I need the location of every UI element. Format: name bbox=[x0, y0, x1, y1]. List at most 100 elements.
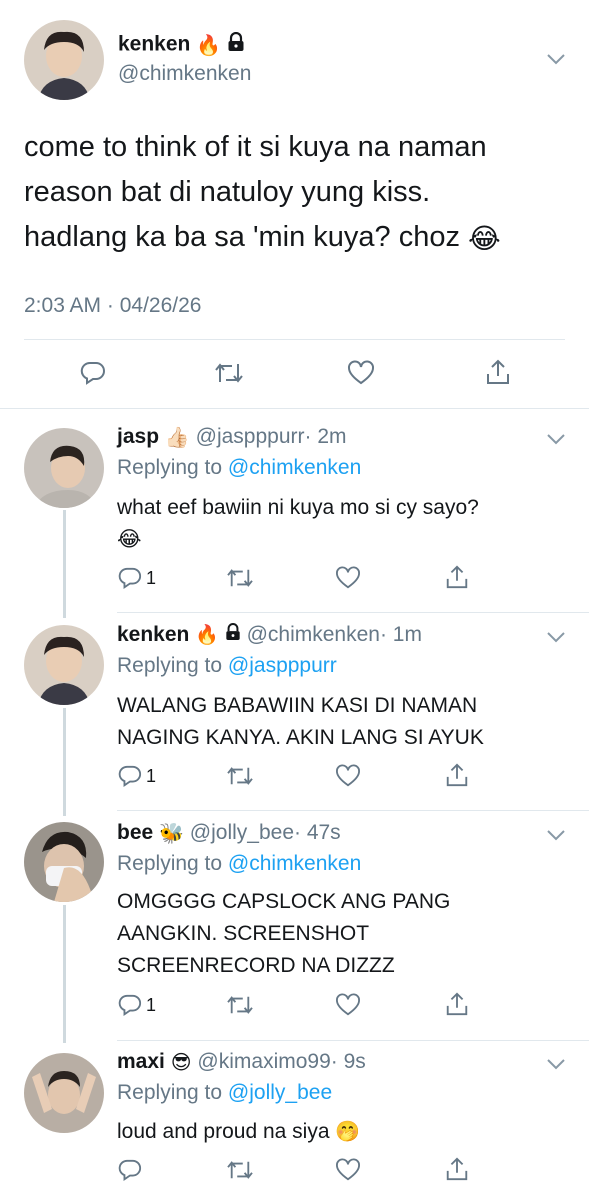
author-name[interactable]: bee bbox=[117, 821, 153, 844]
heart-icon bbox=[336, 993, 360, 1016]
retweet-button[interactable] bbox=[214, 360, 244, 386]
reply-count: 1 bbox=[146, 765, 157, 786]
retweet-icon bbox=[227, 1161, 253, 1179]
author-name[interactable]: maxi bbox=[117, 1050, 165, 1073]
avatar[interactable] bbox=[24, 20, 104, 100]
chevron-down-icon[interactable] bbox=[546, 52, 566, 70]
reply-icon bbox=[118, 1159, 142, 1181]
replying-to: Replying to @jaspppurr bbox=[117, 654, 337, 677]
reply-time[interactable]: · 2m bbox=[305, 425, 347, 448]
mention-link[interactable]: @jolly_bee bbox=[228, 1081, 332, 1104]
share-button[interactable] bbox=[444, 762, 470, 788]
thread-line bbox=[63, 905, 66, 1043]
author-name[interactable]: kenken 🔥 bbox=[118, 31, 245, 58]
heart-icon bbox=[336, 566, 360, 589]
heart-icon bbox=[336, 1158, 360, 1181]
like-button[interactable] bbox=[335, 566, 361, 590]
share-icon bbox=[487, 359, 509, 384]
chevron-down-icon[interactable] bbox=[546, 1057, 566, 1075]
avatar[interactable] bbox=[24, 822, 104, 902]
mention-link[interactable]: @chimkenken bbox=[228, 852, 361, 875]
laughing-tears-emoji: 😂 bbox=[117, 528, 142, 552]
reply-button[interactable]: 1 bbox=[118, 764, 156, 788]
heart-icon bbox=[348, 360, 374, 385]
bee-emoji: 🐝 bbox=[159, 823, 184, 845]
share-button[interactable] bbox=[484, 358, 512, 386]
share-icon bbox=[446, 763, 468, 787]
lock-icon bbox=[227, 31, 245, 58]
tweet-text-line: reason bat di natuloy yung kiss. bbox=[24, 176, 431, 208]
thread-line bbox=[63, 708, 66, 816]
reply-button[interactable]: 1 bbox=[118, 566, 156, 590]
like-button[interactable] bbox=[335, 1158, 361, 1182]
author-handle[interactable]: @jolly_bee bbox=[190, 821, 294, 844]
divider bbox=[117, 612, 589, 613]
divider bbox=[117, 1040, 589, 1041]
retweet-icon bbox=[215, 363, 243, 383]
reply-count: 1 bbox=[146, 994, 157, 1015]
share-icon bbox=[446, 992, 468, 1016]
hand-over-mouth-emoji: 🤭 bbox=[335, 1121, 361, 1144]
retweet-icon bbox=[227, 996, 253, 1014]
divider bbox=[0, 408, 589, 409]
reply-icon bbox=[118, 765, 142, 787]
reply-icon bbox=[118, 567, 142, 589]
reply-time[interactable]: · 47s bbox=[294, 821, 341, 844]
reply-text: what eef bawiin ni kuya mo si cy sayo? 😂 bbox=[117, 492, 479, 556]
reply-button[interactable] bbox=[118, 1158, 146, 1182]
mention-link[interactable]: @chimkenken bbox=[228, 456, 361, 479]
avatar[interactable] bbox=[24, 428, 104, 508]
laughing-tears-emoji: 😂 bbox=[468, 222, 501, 254]
reply-header: kenken 🔥 @chimkenken· 1m bbox=[117, 623, 422, 647]
reply-button[interactable]: 1 bbox=[118, 993, 156, 1017]
retweet-button[interactable] bbox=[226, 566, 254, 590]
mention-link[interactable]: @jaspppurr bbox=[228, 654, 337, 677]
share-button[interactable] bbox=[444, 1156, 470, 1182]
avatar[interactable] bbox=[24, 1053, 104, 1133]
chevron-down-icon[interactable] bbox=[546, 432, 566, 450]
like-button[interactable] bbox=[335, 764, 361, 788]
retweet-button[interactable] bbox=[226, 764, 254, 788]
timestamp[interactable]: 2:03 AM · 04/26/26 bbox=[24, 294, 201, 318]
heart-icon bbox=[336, 764, 360, 787]
share-icon bbox=[446, 1157, 468, 1181]
avatar[interactable] bbox=[24, 625, 104, 705]
author-handle[interactable]: @jaspppurr bbox=[196, 425, 305, 448]
chevron-down-icon[interactable] bbox=[546, 828, 566, 846]
author-handle[interactable]: @chimkenken bbox=[118, 62, 251, 86]
reply-text: OMGGGG CAPSLOCK ANG PANG AANGKIN. SCREEN… bbox=[117, 890, 451, 977]
like-button[interactable] bbox=[347, 360, 375, 386]
replying-to: Replying to @jolly_bee bbox=[117, 1081, 333, 1104]
thumbs-up-emoji: 👍🏻 bbox=[164, 427, 190, 449]
reply-text: loud and proud na siya 🤭 bbox=[117, 1116, 360, 1148]
author-handle[interactable]: @kimaximo99 bbox=[197, 1050, 330, 1073]
retweet-button[interactable] bbox=[226, 993, 254, 1017]
author-name[interactable]: jasp bbox=[117, 425, 159, 448]
fire-icon: 🔥 bbox=[195, 625, 219, 647]
tweet-text-line: hadlang ka ba sa 'min kuya? choz 😂 bbox=[24, 215, 501, 261]
reply-header: maxi 😎 @kimaximo99· 9s bbox=[117, 1050, 366, 1075]
chevron-down-icon[interactable] bbox=[546, 630, 566, 648]
reply-time[interactable]: · 1m bbox=[380, 623, 422, 646]
share-button[interactable] bbox=[444, 991, 470, 1017]
reply-icon bbox=[118, 994, 142, 1016]
reply-icon bbox=[80, 361, 105, 385]
author-name[interactable]: kenken bbox=[117, 623, 189, 646]
reply-count: 1 bbox=[146, 567, 157, 588]
reply-time[interactable]: · 9s bbox=[331, 1050, 366, 1073]
share-icon bbox=[446, 565, 468, 589]
reply-button[interactable] bbox=[80, 360, 106, 386]
retweet-icon bbox=[227, 767, 253, 785]
sunglasses-emoji: 😎 bbox=[170, 1052, 192, 1074]
replying-to: Replying to @chimkenken bbox=[117, 852, 362, 875]
divider bbox=[24, 339, 565, 340]
reply-header: jasp 👍🏻 @jaspppurr· 2m bbox=[117, 425, 347, 450]
lock-icon bbox=[225, 623, 241, 647]
author-handle[interactable]: @chimkenken bbox=[247, 623, 380, 646]
tweet-text-line: come to think of it si kuya na naman bbox=[24, 131, 487, 163]
thread-line bbox=[63, 510, 66, 618]
like-button[interactable] bbox=[335, 993, 361, 1017]
reply-header: bee 🐝 @jolly_bee· 47s bbox=[117, 821, 341, 846]
share-button[interactable] bbox=[444, 564, 470, 590]
retweet-button[interactable] bbox=[226, 1158, 254, 1182]
